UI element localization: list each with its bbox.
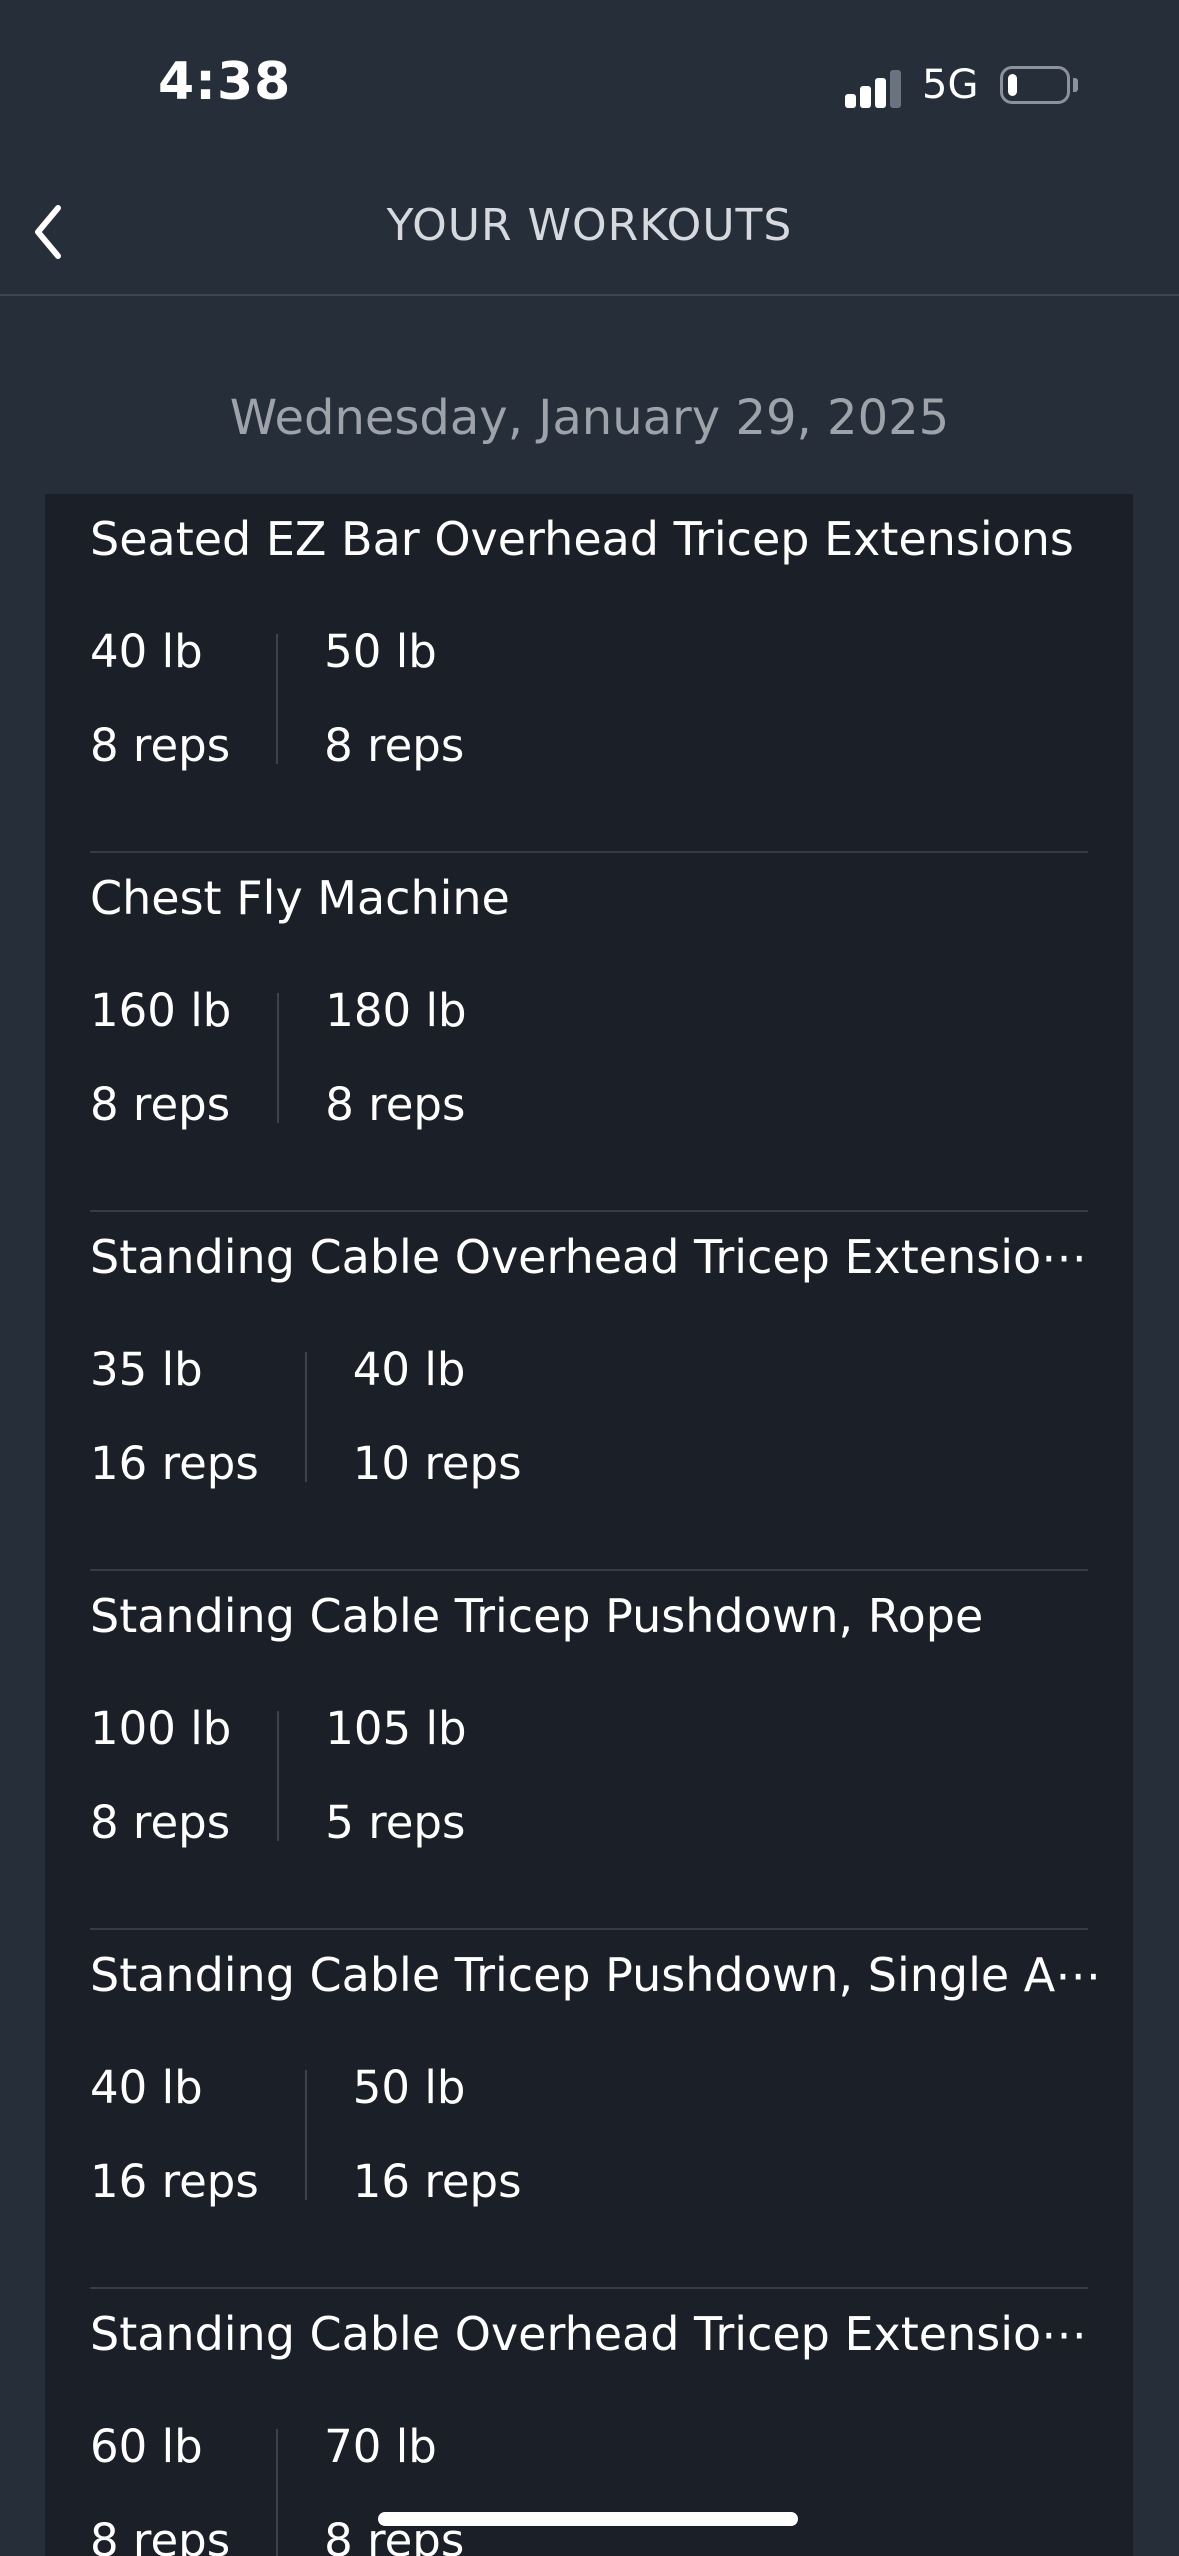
battery-level-fill xyxy=(1008,74,1017,96)
exercise-sets: 160 lb 8 reps 180 lb 8 reps xyxy=(90,985,513,1131)
exercise-name: Standing Cable Overhead Tricep Extensio⋯ xyxy=(90,1230,1088,1284)
set-reps: 8 reps xyxy=(325,1078,466,1131)
set-column: 40 lb 16 reps xyxy=(90,2062,305,2208)
set-weight: 160 lb xyxy=(90,984,232,1037)
exercise-item[interactable]: Standing Cable Tricep Pushdown, Rope 100 … xyxy=(45,1571,1133,1930)
set-weight: 60 lb xyxy=(90,2420,203,2473)
exercise-item[interactable]: Standing Cable Tricep Pushdown, Single A… xyxy=(45,1930,1133,2289)
set-weight: 100 lb xyxy=(90,1702,232,1755)
set-reps: 10 reps xyxy=(352,1437,522,1490)
set-weight: 105 lb xyxy=(325,1702,467,1755)
set-weight: 40 lb xyxy=(90,2061,203,2114)
set-reps: 8 reps xyxy=(90,1796,231,1849)
exercise-sets: 40 lb 8 reps 50 lb 8 reps xyxy=(90,626,510,772)
battery-icon xyxy=(1000,66,1070,104)
set-column: 60 lb 8 reps xyxy=(90,2421,276,2556)
set-weight: 180 lb xyxy=(325,984,467,1037)
set-column: 180 lb 8 reps xyxy=(277,985,512,1131)
nav-header: YOUR WORKOUTS xyxy=(0,160,1179,296)
set-column: 50 lb 16 reps xyxy=(304,2062,568,2208)
workout-card: Seated EZ Bar Overhead Tricep Extensions… xyxy=(45,494,1133,2556)
set-weight: 40 lb xyxy=(90,625,203,678)
set-reps: 8 reps xyxy=(90,2514,231,2556)
set-reps: 16 reps xyxy=(352,2155,522,2208)
exercise-sets: 40 lb 16 reps 50 lb 16 reps xyxy=(90,2062,568,2208)
set-weight: 35 lb xyxy=(90,1343,203,1396)
screen: 4:38 5G YOUR WORKOUTS Wednesday, January… xyxy=(0,0,1179,2556)
exercise-sets: 35 lb 16 reps 40 lb 10 reps xyxy=(90,1344,568,1490)
home-indicator[interactable] xyxy=(378,2512,798,2526)
set-column: 40 lb 8 reps xyxy=(90,626,276,772)
set-reps: 16 reps xyxy=(90,2155,259,2208)
exercise-sets: 100 lb 8 reps 105 lb 5 reps xyxy=(90,1703,513,1849)
page-title: YOUR WORKOUTS xyxy=(386,200,793,251)
set-weight: 50 lb xyxy=(352,2061,466,2114)
set-reps: 5 reps xyxy=(325,1796,466,1849)
set-column: 160 lb 8 reps xyxy=(90,985,277,1131)
set-reps: 8 reps xyxy=(90,719,231,772)
set-reps: 8 reps xyxy=(324,719,465,772)
set-weight: 70 lb xyxy=(324,2420,437,2473)
exercise-name: Standing Cable Tricep Pushdown, Single A… xyxy=(90,1948,1100,2002)
exercise-item[interactable]: Chest Fly Machine 160 lb 8 reps 180 lb 8 rep… xyxy=(45,853,1133,1212)
exercise-item[interactable]: Seated EZ Bar Overhead Tricep Extensions… xyxy=(45,494,1133,853)
exercise-name: Seated EZ Bar Overhead Tricep Extensions xyxy=(90,512,1074,566)
network-type: 5G xyxy=(922,62,979,108)
set-column: 105 lb 5 reps xyxy=(277,1703,512,1849)
set-column: 70 lb 8 reps xyxy=(276,2421,510,2556)
exercise-name: Standing Cable Tricep Pushdown, Rope xyxy=(90,1589,984,1643)
date-heading: Wednesday, January 29, 2025 xyxy=(229,390,950,446)
exercise-name: Standing Cable Overhead Tricep Extensio⋯ xyxy=(90,2307,1088,2361)
status-time: 4:38 xyxy=(158,52,292,112)
set-reps: 8 reps xyxy=(90,1078,231,1131)
set-column: 50 lb 8 reps xyxy=(276,626,510,772)
cellular-signal-icon xyxy=(845,68,903,108)
set-column: 35 lb 16 reps xyxy=(90,1344,305,1490)
exercise-name: Chest Fly Machine xyxy=(90,871,510,925)
set-reps: 16 reps xyxy=(90,1437,259,1490)
exercise-item[interactable]: Standing Cable Overhead Tricep Extensio⋯… xyxy=(45,1212,1133,1571)
exercise-sets: 60 lb 8 reps 70 lb 8 reps xyxy=(90,2421,510,2556)
set-column: 40 lb 10 reps xyxy=(304,1344,568,1490)
set-weight: 50 lb xyxy=(324,625,437,678)
set-column: 100 lb 8 reps xyxy=(90,1703,277,1849)
set-weight: 40 lb xyxy=(352,1343,466,1396)
battery-cap xyxy=(1073,78,1078,92)
status-bar: 4:38 5G xyxy=(0,0,1179,160)
